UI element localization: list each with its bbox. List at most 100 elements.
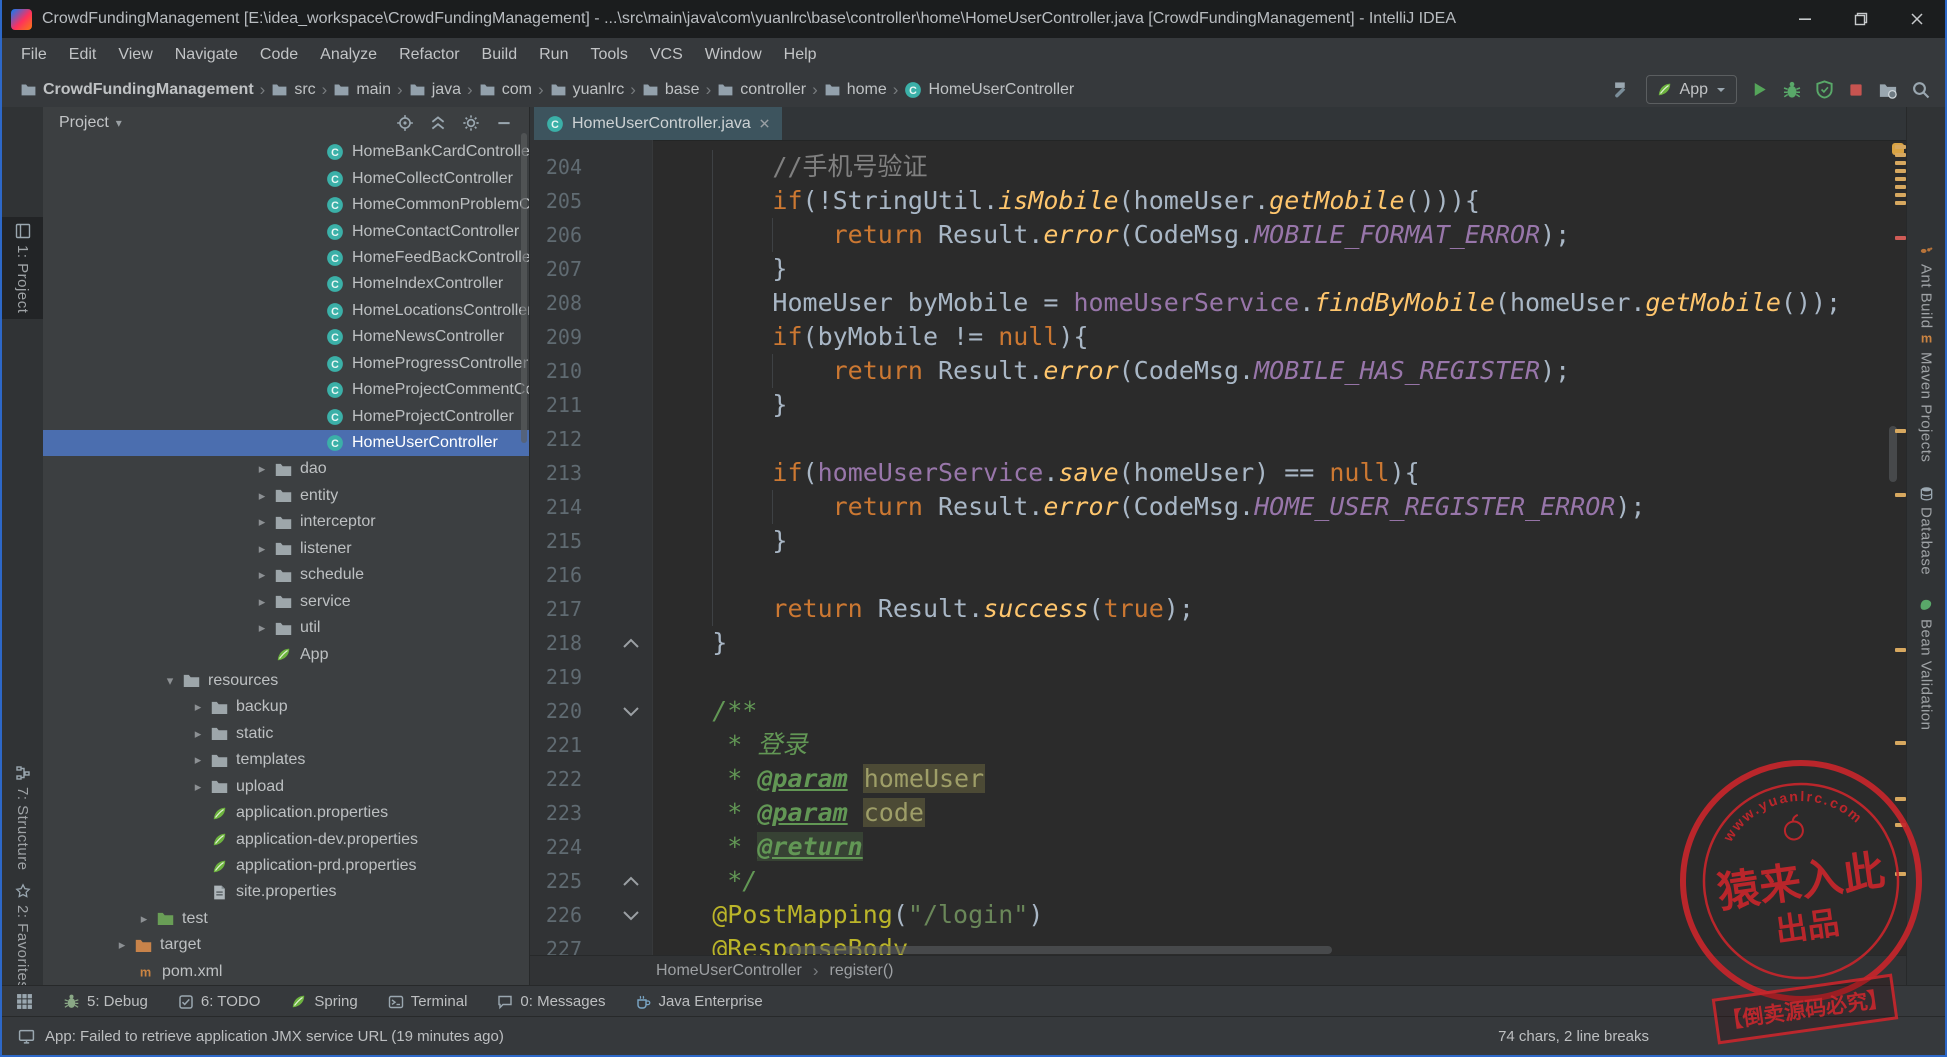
breadcrumb-item-base[interactable]: base (638, 81, 704, 99)
tool-button-1-project[interactable]: 1: Project (2, 217, 43, 320)
build-hammer-icon[interactable] (1611, 79, 1633, 101)
menu-item-code[interactable]: Code (249, 38, 309, 72)
tree-item-homecommonproblemcontroller[interactable]: C HomeCommonProblemController (43, 192, 529, 218)
code-line-217[interactable]: 217 return Result.success(true); (530, 592, 1907, 626)
menu-item-analyze[interactable]: Analyze (309, 38, 388, 72)
code-line-223[interactable]: 223 * @param code (530, 796, 1907, 830)
tool-button-7-structure[interactable]: 7: Structure (2, 759, 43, 877)
tool-button-bean-validation[interactable]: Bean Validation (1907, 592, 1945, 736)
line-number[interactable]: 205 (530, 184, 582, 218)
project-structure-icon[interactable] (1878, 80, 1898, 100)
code-line-220[interactable]: 220 /** (530, 694, 1907, 728)
locate-file-button[interactable] (392, 111, 418, 135)
chevron-right-icon[interactable]: ▸ (113, 937, 131, 953)
chevron-right-icon[interactable]: ▸ (253, 461, 271, 477)
tree-item-service[interactable]: ▸ service (43, 588, 529, 614)
chevron-right-icon[interactable]: ▸ (253, 541, 271, 557)
menu-item-build[interactable]: Build (471, 38, 529, 72)
line-number[interactable]: 213 (530, 456, 582, 490)
tree-item-upload[interactable]: ▸ upload (43, 774, 529, 800)
code-line-210[interactable]: 210 return Result.error(CodeMsg.MOBILE_H… (530, 354, 1907, 388)
chevron-down-icon[interactable]: ▾ (161, 673, 179, 689)
vertical-scrollbar[interactable] (1889, 426, 1897, 482)
tree-item-application-dev-properties[interactable]: application-dev.properties (43, 826, 529, 852)
fold-up-icon[interactable] (582, 626, 652, 660)
tree-item-listener[interactable]: ▸ listener (43, 536, 529, 562)
code-line-207[interactable]: 207 } (530, 252, 1907, 286)
close-tab-icon[interactable] (759, 118, 770, 129)
tree-item-static[interactable]: ▸ static (43, 721, 529, 747)
tree-item-homeindexcontroller[interactable]: C HomeIndexController (43, 271, 529, 297)
tree-item-homeprojectcontroller[interactable]: C HomeProjectController (43, 403, 529, 429)
editor-area[interactable]: 204 //手机号验证 205 if(!StringUtil.isMobile(h… (530, 140, 1907, 956)
tree-item-schedule[interactable]: ▸ schedule (43, 562, 529, 588)
line-number[interactable]: 217 (530, 592, 582, 626)
tree-item-app[interactable]: App (43, 641, 529, 667)
chevron-right-icon[interactable]: ▸ (253, 488, 271, 504)
line-number[interactable]: 212 (530, 422, 582, 456)
code-line-226[interactable]: 226 @PostMapping("/login") (530, 898, 1907, 932)
menu-item-window[interactable]: Window (694, 38, 773, 72)
breadcrumb-item-controller[interactable]: controller (713, 81, 810, 99)
toolwindow-switcher-icon[interactable] (16, 993, 33, 1010)
code-line-224[interactable]: 224 * @return (530, 830, 1907, 864)
line-number[interactable]: 225 (530, 864, 582, 898)
tree-item-homeusercontroller[interactable]: C HomeUserController (43, 429, 529, 457)
chevron-right-icon[interactable]: ▸ (253, 567, 271, 583)
chevron-right-icon[interactable]: ▸ (135, 911, 153, 927)
tool-button-maven-projects[interactable]: m Maven Projects (1907, 323, 1945, 468)
tree-item-homecontactcontroller[interactable]: C HomeContactController (43, 218, 529, 244)
event-log-icon[interactable] (18, 1028, 35, 1045)
breadcrumb-item-homeusercontroller[interactable]: C HomeUserController (900, 81, 1078, 99)
line-number[interactable]: 218 (530, 626, 582, 660)
tree-item-templates[interactable]: ▸ templates (43, 747, 529, 773)
caret-selection-info[interactable]: 74 chars, 2 line breaks (1498, 1028, 1649, 1045)
search-everywhere-icon[interactable] (1911, 80, 1931, 100)
menu-item-vcs[interactable]: VCS (639, 38, 694, 72)
tree-item-homelocationscontroller[interactable]: C HomeLocationsController (43, 298, 529, 324)
line-number[interactable]: 224 (530, 830, 582, 864)
code-line-213[interactable]: 213 if(homeUserService.save(homeUser) ==… (530, 456, 1907, 490)
chevron-right-icon[interactable]: ▸ (189, 726, 207, 742)
code-line-219[interactable]: 219 (530, 660, 1907, 694)
menu-item-refactor[interactable]: Refactor (388, 38, 470, 72)
menu-item-run[interactable]: Run (528, 38, 579, 72)
tool-button-database[interactable]: Database (1907, 480, 1945, 581)
chevron-right-icon[interactable]: ▸ (253, 514, 271, 530)
code-line-216[interactable]: 216 (530, 558, 1907, 592)
tree-item-application-prd-properties[interactable]: application-prd.properties (43, 853, 529, 879)
code-line-222[interactable]: 222 * @param homeUser (530, 762, 1907, 796)
tree-item-backup[interactable]: ▸ backup (43, 694, 529, 720)
code-line-205[interactable]: 205 if(!StringUtil.isMobile(homeUser.get… (530, 184, 1907, 218)
restore-button[interactable] (1833, 0, 1889, 38)
toolwindow-button-spring[interactable]: Spring (290, 993, 358, 1010)
chevron-down-icon[interactable]: ▾ (116, 116, 122, 130)
tree-item-resources[interactable]: ▾ resources (43, 668, 529, 694)
toolwindow-button-6-todo[interactable]: 6: TODO (178, 993, 260, 1010)
breadcrumb-item-main[interactable]: main (329, 81, 395, 99)
line-number[interactable]: 227 (530, 932, 582, 956)
tree-item-application-properties[interactable]: application.properties (43, 800, 529, 826)
tree-item-target[interactable]: ▸ target (43, 932, 529, 958)
menu-item-edit[interactable]: Edit (58, 38, 108, 72)
minimize-button[interactable] (1777, 0, 1833, 38)
run-button[interactable] (1750, 80, 1769, 99)
toolwindow-button-terminal[interactable]: Terminal (388, 993, 467, 1010)
code-line-209[interactable]: 209 if(byMobile != null){ (530, 320, 1907, 354)
line-number[interactable]: 208 (530, 286, 582, 320)
chevron-right-icon[interactable]: ▸ (189, 779, 207, 795)
hide-panel-button[interactable] (491, 111, 517, 135)
breadcrumb-item-home[interactable]: home (820, 81, 891, 99)
tree-item-homeprojectcommentcontroller[interactable]: C HomeProjectCommentController (43, 377, 529, 403)
menu-item-view[interactable]: View (107, 38, 163, 72)
tool-button-ant-build[interactable]: Ant Build (1907, 237, 1945, 335)
toolwindow-button-java-enterprise[interactable]: Java Enterprise (635, 993, 763, 1010)
tree-item-homefeedbackcontroller[interactable]: C HomeFeedBackController (43, 245, 529, 271)
line-number[interactable]: 216 (530, 558, 582, 592)
tool-button-2-favorites[interactable]: 2: Favorites (2, 877, 43, 995)
close-button[interactable] (1889, 0, 1945, 38)
chevron-right-icon[interactable]: ▸ (189, 699, 207, 715)
breadcrumb-item-crowdfundingmanagement[interactable]: CrowdFundingManagement (16, 81, 258, 99)
chevron-right-icon[interactable]: ▸ (253, 594, 271, 610)
tree-item-interceptor[interactable]: ▸ interceptor (43, 509, 529, 535)
